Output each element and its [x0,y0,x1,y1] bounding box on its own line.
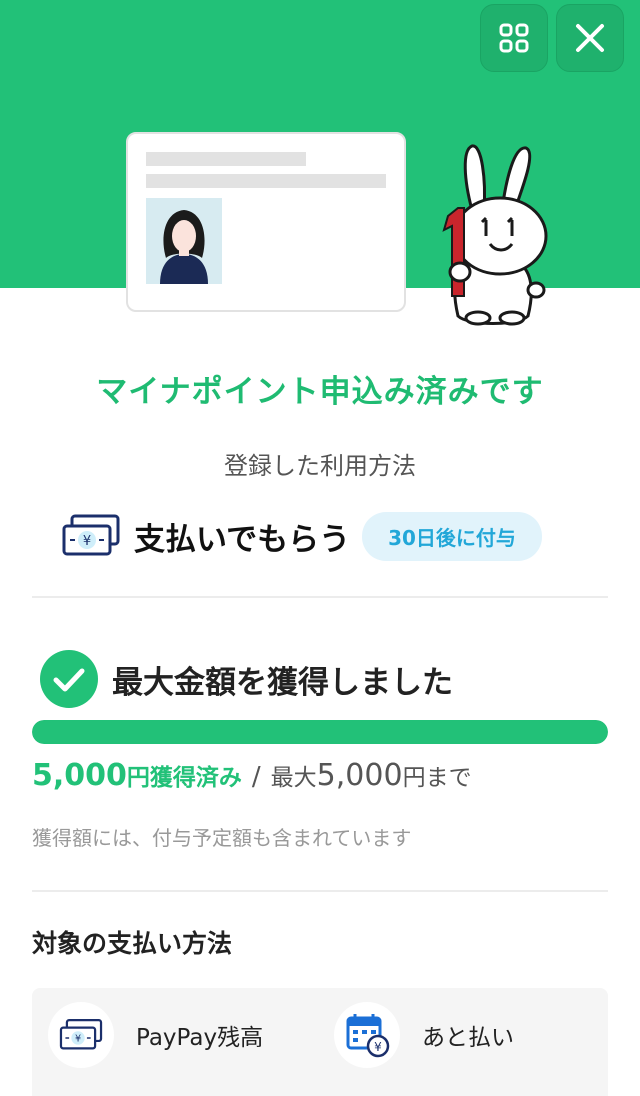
earning-progress-fill [32,720,608,744]
divider [32,890,608,892]
divider [32,596,608,598]
svg-text:¥: ¥ [75,1034,81,1045]
earning-note: 獲得額には、付与予定額も含まれています [32,826,412,850]
svg-text:¥: ¥ [83,534,91,549]
payment-methods-list: ¥ PayPay残高 ¥ あと払い [32,988,608,1096]
earned-amount: 5,000 [32,758,127,793]
earning-progress-bar [32,720,608,744]
payment-method-label: あと払い [422,1025,514,1051]
card-photo [146,198,222,284]
earned-suffix: 円獲得済み [126,765,242,791]
status-headline: マイナポイント申込み済みです [96,374,544,410]
max-prefix: 最大 [270,765,317,791]
amount-separator: / [251,762,261,792]
payment-method-icon-wrap: ¥ [334,1002,400,1068]
max-earned-row: 最大金額を獲得しました [40,650,453,708]
svg-text:¥: ¥ [374,1040,382,1054]
max-earned-title: 最大金額を獲得しました [112,664,453,701]
calendar-yen-icon: ¥ [346,1014,390,1058]
menu-grid-button[interactable] [480,4,548,72]
payment-method-later-pay[interactable]: ¥ あと払い [334,1002,514,1068]
payment-method-icon-wrap: ¥ [48,1002,114,1068]
max-amount: 5,000 [316,758,403,793]
registered-method-label: 登録した利用方法 [224,452,416,480]
card-line [146,152,306,166]
yen-bill-icon: ¥ [59,1019,103,1050]
grid-icon [499,23,529,53]
yen-bill-icon: ¥ [62,514,120,556]
rabbit-mascot-illustration [442,144,548,326]
grant-timing-badge: 30日後に付与 [362,511,542,561]
close-icon [576,24,604,52]
check-circle-icon [40,650,98,708]
method-label: 支払いでもらう [134,521,351,558]
registered-method: ¥ 支払いでもらう 30日後に付与 [60,511,542,561]
payment-methods-title: 対象の支払い方法 [32,929,233,958]
payment-method-paypay-balance[interactable]: ¥ PayPay残高 [48,1002,263,1068]
card-line [146,174,386,188]
max-suffix: 円まで [402,765,472,791]
payment-method-label: PayPay残高 [136,1025,264,1051]
close-button[interactable] [556,4,624,72]
id-card-illustration [126,132,406,312]
amount-summary: 5,000 円獲得済み / 最大 5,000 円まで [32,758,472,793]
